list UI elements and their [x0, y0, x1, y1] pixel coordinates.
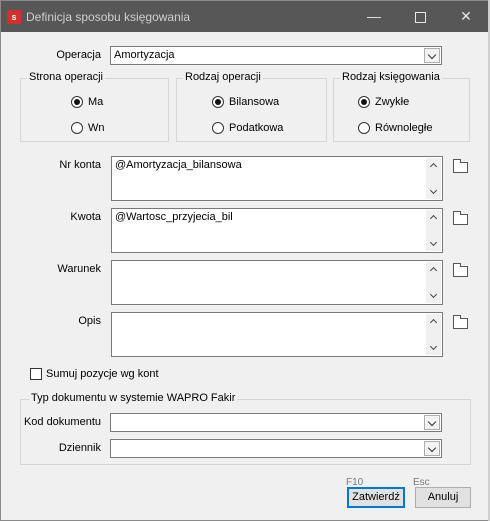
scroll-up-icon[interactable] — [426, 210, 441, 224]
window-title: Definicja sposobu księgowania — [26, 10, 191, 24]
chevron-down-icon[interactable] — [424, 48, 440, 63]
title-bar[interactable]: s Definicja sposobu księgowania — ✕ — [1, 1, 489, 32]
radio-zwykle-label[interactable]: Zwykłe — [375, 96, 409, 108]
warunek-label: Warunek — [57, 263, 101, 275]
radio-ma-label[interactable]: Ma — [88, 96, 103, 108]
opis-field[interactable] — [111, 312, 443, 357]
nr-konta-field[interactable]: @Amortyzacja_bilansowa — [111, 156, 443, 201]
warunek-scrollbar[interactable] — [426, 262, 441, 303]
kod-dokumentu-label: Kod dokumentu — [23, 416, 101, 428]
kwota-scrollbar[interactable] — [426, 210, 441, 251]
chevron-down-icon[interactable] — [424, 415, 440, 430]
operacja-label: Operacja — [56, 49, 101, 61]
opis-scrollbar[interactable] — [426, 314, 441, 355]
dialog-window: s Definicja sposobu księgowania — ✕ Oper… — [0, 0, 490, 521]
radio-podatkowa-label[interactable]: Podatkowa — [229, 122, 283, 134]
chevron-down-icon[interactable] — [424, 441, 440, 456]
scroll-up-icon[interactable] — [426, 262, 441, 276]
radio-rownolegle[interactable] — [358, 122, 370, 134]
dziennik-select[interactable] — [110, 439, 442, 458]
radio-bilansowa[interactable] — [212, 96, 224, 108]
minimize-button[interactable]: — — [351, 1, 397, 32]
rodzaj-operacji-legend: Rodzaj operacji — [183, 71, 263, 83]
kwota-field[interactable]: @Wartosc_przyjecia_bil — [111, 208, 443, 253]
radio-bilansowa-label[interactable]: Bilansowa — [229, 96, 279, 108]
dziennik-label: Dziennik — [58, 442, 101, 454]
anuluj-button[interactable]: Anuluj — [415, 487, 471, 508]
scroll-up-icon[interactable] — [426, 314, 441, 328]
opis-folder-icon[interactable] — [453, 315, 468, 329]
radio-zwykle[interactable] — [358, 96, 370, 108]
radio-podatkowa[interactable] — [212, 122, 224, 134]
nr-konta-label: Nr konta — [59, 159, 101, 171]
radio-ma[interactable] — [71, 96, 83, 108]
kwota-label: Kwota — [70, 211, 101, 223]
kwota-folder-icon[interactable] — [453, 211, 468, 225]
kod-dokumentu-select[interactable] — [110, 413, 442, 432]
sumuj-label[interactable]: Sumuj pozycje wg kont — [46, 368, 159, 380]
opis-label: Opis — [78, 315, 101, 327]
app-icon: s — [7, 10, 21, 24]
maximize-icon — [414, 11, 426, 23]
scroll-down-icon[interactable] — [426, 237, 441, 251]
maximize-button[interactable] — [397, 1, 443, 32]
kwota-value: @Wartosc_przyjecia_bil — [115, 211, 233, 223]
nr-konta-value: @Amortyzacja_bilansowa — [115, 159, 242, 171]
nr-konta-folder-icon[interactable] — [453, 159, 468, 173]
radio-wn-label[interactable]: Wn — [88, 122, 105, 134]
sumuj-checkbox[interactable] — [30, 368, 42, 380]
scroll-down-icon[interactable] — [426, 341, 441, 355]
radio-wn[interactable] — [71, 122, 83, 134]
scroll-down-icon[interactable] — [426, 185, 441, 199]
rodzaj-ksiegowania-legend: Rodzaj księgowania — [340, 71, 442, 83]
close-button[interactable]: ✕ — [443, 1, 489, 32]
nr-konta-scrollbar[interactable] — [426, 158, 441, 199]
operacja-value: Amortyzacja — [114, 49, 175, 61]
warunek-field[interactable] — [111, 260, 443, 305]
radio-rownolegle-label[interactable]: Równoległe — [375, 122, 432, 134]
warunek-folder-icon[interactable] — [453, 263, 468, 277]
zatwierdz-button[interactable]: Zatwierdź — [347, 487, 405, 508]
scroll-up-icon[interactable] — [426, 158, 441, 172]
strona-operacji-legend: Strona operacji — [27, 71, 105, 83]
operacja-select[interactable]: Amortyzacja — [110, 46, 442, 65]
typ-dokumentu-legend: Typ dokumentu w systemie WAPRO Fakir — [29, 392, 238, 404]
scroll-down-icon[interactable] — [426, 289, 441, 303]
